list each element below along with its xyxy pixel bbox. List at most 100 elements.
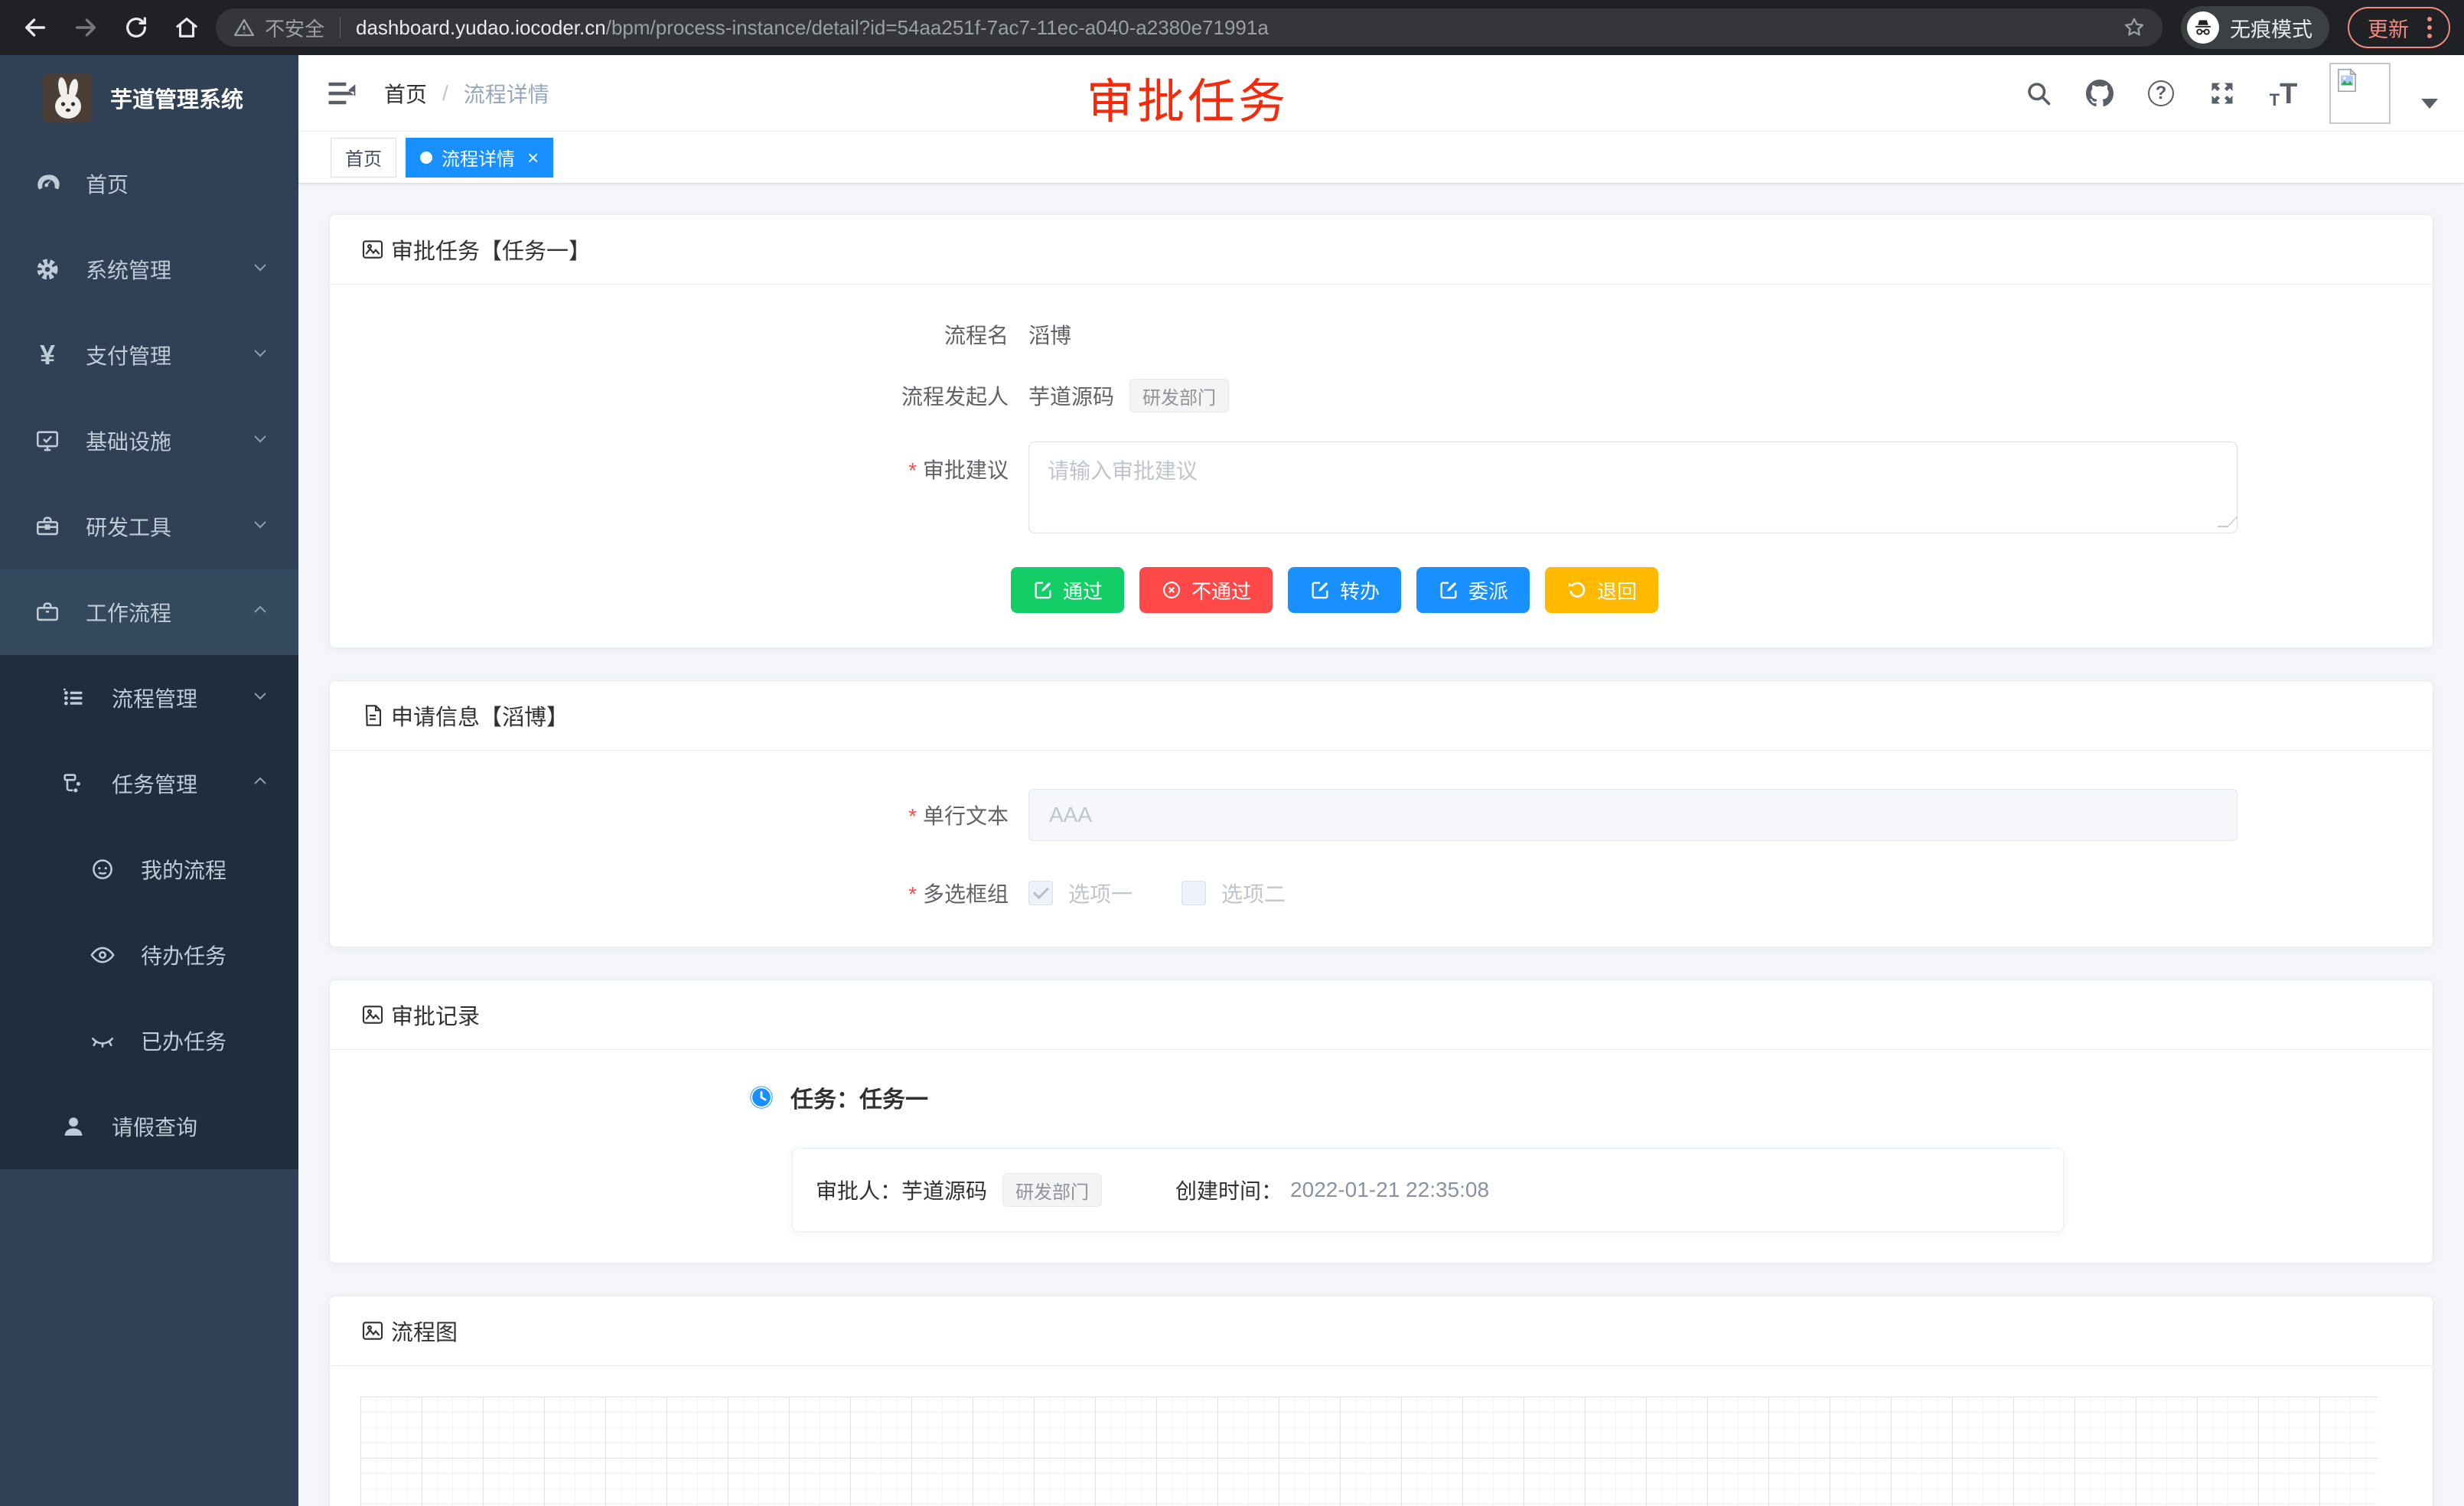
active-dot [420, 152, 432, 164]
sidebar-item-todo-tasks[interactable]: 待办任务 [0, 912, 298, 998]
broken-image-icon [2332, 66, 2361, 95]
url-host: dashboard.yudao.iocoder.cn [356, 16, 606, 39]
document-icon [360, 703, 385, 728]
delegate-button[interactable]: 委派 [1416, 567, 1530, 613]
incognito-label: 无痕模式 [2230, 13, 2312, 43]
chevron-down-icon [251, 514, 269, 539]
sidebar-item-payment[interactable]: ¥ 支付管理 [0, 312, 298, 398]
address-bar[interactable]: 不安全 dashboard.yudao.iocoder.cn/bpm/proce… [216, 8, 2163, 47]
back-icon[interactable] [14, 6, 57, 49]
caret-down-icon[interactable] [2421, 99, 2438, 109]
card-header: 审批任务【任务一】 [330, 215, 2433, 285]
chrome-update-button[interactable]: 更新 [2348, 7, 2450, 48]
chevron-down-icon [251, 429, 269, 453]
forward-icon[interactable] [64, 6, 107, 49]
reject-button[interactable]: 不通过 [1139, 567, 1273, 613]
page-content: 审批任务【任务一】 流程名 滔博 流程发起人 芋道源码 研发部门 [298, 184, 2464, 1506]
sidebar-item-infra[interactable]: 基础设施 [0, 398, 298, 484]
bpmn-canvas[interactable] [360, 1397, 2378, 1506]
tree-icon [58, 768, 89, 799]
annotation-text: 审批任务 [1087, 63, 1289, 132]
sidebar-item-label: 已办任务 [141, 1025, 227, 1056]
breadcrumb-home[interactable]: 首页 [384, 78, 427, 109]
sidebar-item-label: 支付管理 [86, 340, 171, 370]
checkbox-option-2: 选项二 [1181, 878, 1286, 908]
sidebar-item-label: 基础设施 [86, 425, 171, 456]
sidebar-item-label: 任务管理 [112, 768, 197, 799]
tab-close-icon[interactable]: × [527, 148, 539, 168]
hamburger-icon[interactable] [324, 77, 358, 110]
picture-icon [360, 1002, 385, 1027]
dept-tag: 研发部门 [1002, 1173, 1102, 1207]
dept-tag: 研发部门 [1129, 379, 1229, 412]
url-divider [340, 17, 341, 38]
avatar[interactable] [2329, 63, 2391, 124]
search-icon[interactable] [2023, 78, 2054, 109]
sidebar-item-system[interactable]: 系统管理 [0, 227, 298, 312]
text-field-row: 单行文本 [360, 789, 2402, 841]
task-title: 任务：任务一 [790, 1081, 928, 1114]
toolbox-icon [32, 597, 63, 628]
process-diagram-card: 流程图 [329, 1296, 2433, 1506]
approver-value: 芋道源码 [901, 1175, 987, 1205]
sidebar-item-task-mgmt[interactable]: 任务管理 [0, 741, 298, 826]
suggestion-textarea[interactable] [1028, 442, 2237, 533]
eye-closed-icon [87, 1025, 118, 1056]
sidebar-item-leave-query[interactable]: 请假查询 [0, 1084, 298, 1169]
edit-icon [1032, 579, 1054, 601]
transfer-button[interactable]: 转办 [1288, 567, 1401, 613]
navbar: 首页 / 流程详情 审批任务 ? TT [298, 55, 2464, 132]
list-icon [58, 683, 89, 713]
circle-close-icon [1161, 579, 1182, 601]
sidebar-item-my-process[interactable]: 我的流程 [0, 826, 298, 912]
breadcrumb-current: 流程详情 [464, 78, 549, 109]
sidebar-item-home[interactable]: 首页 [0, 141, 298, 227]
process-name-label: 流程名 [360, 319, 1028, 350]
process-name-row: 流程名 滔博 [360, 319, 2402, 350]
record-item: 审批人： 芋道源码 研发部门 创建时间： 2022-01-21 22:35:08 [792, 1148, 2064, 1232]
yen-icon: ¥ [32, 340, 63, 370]
sidebar-item-label: 流程管理 [112, 683, 197, 713]
monitor-icon [32, 425, 63, 456]
user-icon [58, 1111, 89, 1142]
security-warning-icon[interactable] [233, 16, 256, 39]
approval-task-card: 审批任务【任务一】 流程名 滔博 流程发起人 芋道源码 研发部门 [329, 214, 2433, 648]
return-button[interactable]: 退回 [1545, 567, 1658, 613]
font-size-icon[interactable]: TT [2268, 78, 2299, 109]
initiator-value: 芋道源码 研发部门 [1028, 379, 1229, 412]
home-icon[interactable] [165, 6, 208, 49]
github-icon[interactable] [2084, 78, 2115, 109]
tab-home[interactable]: 首页 [331, 138, 396, 178]
card-title: 流程图 [391, 1315, 458, 1347]
sidebar-item-label: 研发工具 [86, 511, 171, 542]
text-field-label: 单行文本 [360, 800, 1028, 830]
approve-button[interactable]: 通过 [1011, 567, 1124, 613]
tab-process-detail[interactable]: 流程详情 × [406, 138, 553, 178]
sidebar-item-done-tasks[interactable]: 已办任务 [0, 998, 298, 1084]
app-logo [43, 73, 92, 122]
sidebar-item-workflow[interactable]: 工作流程 [0, 569, 298, 655]
browser-menu-icon[interactable] [2423, 17, 2436, 38]
checkbox-group-label: 多选框组 [360, 878, 1028, 908]
sidebar-item-process-mgmt[interactable]: 流程管理 [0, 655, 298, 741]
sidebar-item-devtools[interactable]: 研发工具 [0, 484, 298, 569]
chevron-down-icon [251, 257, 269, 282]
navbar-actions: ? TT [2023, 63, 2438, 124]
browser-toolbar: 不安全 dashboard.yudao.iocoder.cn/bpm/proce… [0, 0, 2464, 55]
bookmark-star-icon[interactable] [2123, 16, 2146, 39]
clock-icon [749, 1085, 774, 1110]
app-logo-row[interactable]: 芋道管理系统 [0, 55, 298, 141]
fullscreen-icon[interactable] [2207, 78, 2237, 109]
card-title: 审批任务【任务一】 [391, 233, 591, 266]
toolbox-icon [32, 511, 63, 542]
picture-icon [360, 1319, 385, 1343]
picture-icon [360, 237, 385, 262]
single-line-input [1028, 789, 2237, 841]
reload-icon[interactable] [115, 6, 158, 49]
sidebar-item-label: 请假查询 [112, 1111, 197, 1142]
help-icon[interactable]: ? [2146, 78, 2176, 109]
chevron-down-icon [251, 343, 269, 367]
card-header: 审批记录 [330, 980, 2433, 1050]
create-time-label: 创建时间： [1175, 1175, 1283, 1205]
sidebar-item-label: 待办任务 [141, 940, 227, 970]
